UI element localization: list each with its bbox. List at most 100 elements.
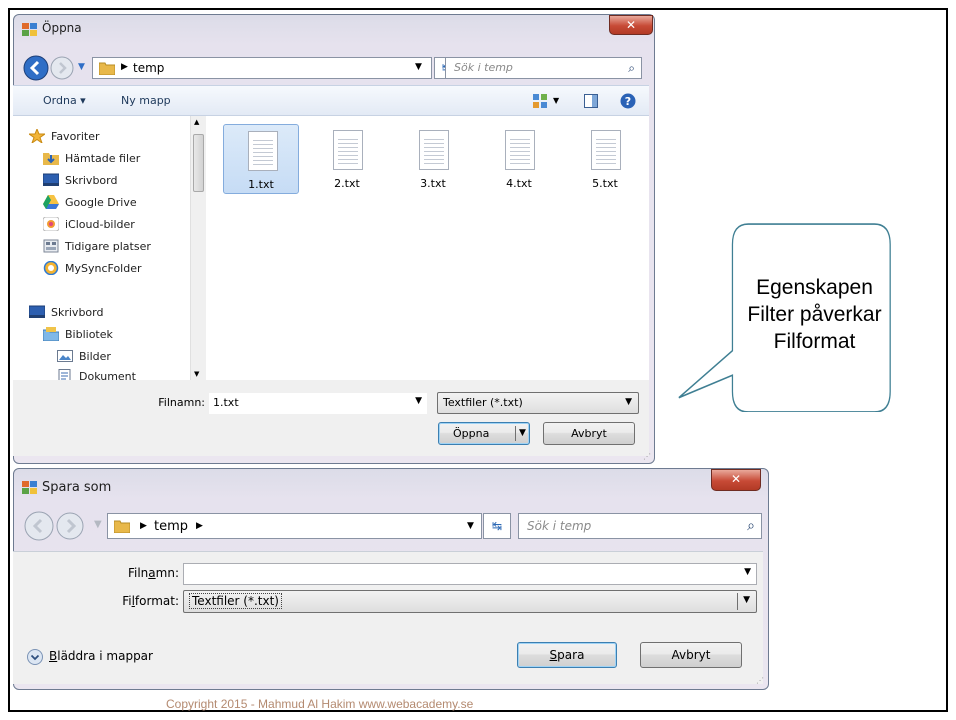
search-placeholder: Sök i temp <box>527 519 592 533</box>
open-split-divider <box>515 426 516 441</box>
close-button[interactable]: ✕ <box>609 15 653 35</box>
scroll-up-icon[interactable]: ▲ <box>194 118 199 126</box>
address-bar[interactable]: ▶ temp ▶ ▼ <box>107 513 482 539</box>
file-name: 2.txt <box>334 177 360 190</box>
filename-label: Filnamn: <box>158 396 205 409</box>
desktop-icon <box>29 305 45 318</box>
search-input[interactable]: Sök i temp ⌕ <box>445 57 642 79</box>
filter-dropdown-icon: ▼ <box>625 397 632 407</box>
star-icon <box>29 129 45 143</box>
format-dropdown-divider <box>737 593 738 610</box>
breadcrumb-arrow-icon: ▶ <box>196 521 203 531</box>
expand-folders-icon[interactable] <box>27 649 43 665</box>
format-value: Textfiler (*.txt) <box>189 593 282 609</box>
forward-button[interactable] <box>56 512 84 540</box>
format-dropdown-icon[interactable]: ▼ <box>743 595 750 605</box>
preview-pane-icon[interactable] <box>584 94 598 108</box>
nav-item-label: Bibliotek <box>65 328 113 341</box>
save-filename-dropdown-icon[interactable]: ▼ <box>744 567 751 577</box>
save-dialog-body: Filnamn: ▼ Filformat: Textfiler (*.txt) … <box>13 551 763 684</box>
save-filename-label: Filnamn: <box>127 566 179 580</box>
nav-item-label: Skrivbord <box>51 306 104 319</box>
back-button[interactable] <box>24 511 54 541</box>
file-format-select[interactable]: Textfiler (*.txt) ▼ <box>183 590 757 613</box>
search-icon: ⌕ <box>628 61 635 75</box>
scroll-down-icon[interactable]: ▼ <box>194 370 199 378</box>
folder-icon <box>99 62 115 75</box>
desktop-icon <box>43 173 59 186</box>
nav-scrollbar[interactable]: ▲ ▼ <box>190 116 206 380</box>
filename-dropdown-icon[interactable]: ▼ <box>415 396 422 406</box>
view-dropdown-icon[interactable]: ▼ <box>553 96 559 105</box>
save-button[interactable]: Spara <box>517 642 617 668</box>
file-item[interactable]: 3.txt <box>395 124 471 194</box>
search-input[interactable]: Sök i temp ⌕ <box>518 513 762 539</box>
file-item[interactable]: 5.txt <box>567 124 643 194</box>
text-file-icon <box>505 130 535 170</box>
copyright-text: Copyright 2015 - Mahmud Al Hakim www.web… <box>166 697 474 711</box>
library-icon <box>43 327 59 341</box>
callout-line-3: Filformat <box>773 330 856 353</box>
nav-item-label: Favoriter <box>51 130 100 143</box>
address-dropdown-icon[interactable]: ▼ <box>415 62 422 72</box>
refresh-button[interactable]: ↹ <box>483 513 511 539</box>
file-item[interactable]: 1.txt <box>223 124 299 194</box>
file-item[interactable]: 4.txt <box>481 124 557 194</box>
filename-value: 1.txt <box>213 396 239 409</box>
folder-icon <box>114 520 130 533</box>
open-dropdown-icon[interactable]: ▼ <box>519 423 526 444</box>
view-options-icon[interactable] <box>533 94 547 108</box>
breadcrumb-arrow-icon: ▶ <box>140 521 147 531</box>
file-name: 3.txt <box>420 177 446 190</box>
callout-text: Egenskapen Filter påverkar Filformat <box>710 274 919 355</box>
close-icon: ✕ <box>730 472 742 486</box>
forward-button[interactable] <box>50 56 74 80</box>
callout-line-2: Filter påverkar <box>747 303 882 326</box>
refresh-icon: ↹ <box>491 519 503 533</box>
file-list: 1.txt 2.txt 3.txt 4.txt 5.txt <box>209 116 649 380</box>
address-bar[interactable]: ▶ temp ▼ <box>92 57 432 79</box>
nav-item-label: Skrivbord <box>65 174 118 187</box>
open-button-label: Öppna <box>453 427 490 440</box>
help-icon[interactable]: ? <box>620 93 636 109</box>
dialog-icon <box>22 23 37 36</box>
resize-grip[interactable]: ⋰ <box>756 676 764 685</box>
open-bottom-panel: Filnamn: 1.txt ▼ Textfiler (*.txt) ▼ Öpp… <box>13 380 649 456</box>
nav-item-label: MySyncFolder <box>65 262 142 275</box>
file-item[interactable]: 2.txt <box>309 124 385 194</box>
navigation-pane: Favoriter Hämtade filer Skrivbord Google Dr… <box>13 116 209 380</box>
google-drive-icon <box>43 195 59 209</box>
nav-item-label: iCloud-bilder <box>65 218 135 231</box>
organize-button[interactable]: Ordna ▾ <box>43 94 86 107</box>
breadcrumb-temp[interactable]: temp <box>133 61 164 75</box>
search-placeholder: Sök i temp <box>454 61 513 74</box>
toolbar: Ordna ▾ Ny mapp ▼ ? <box>13 85 649 116</box>
cancel-button[interactable]: Avbryt <box>543 422 635 445</box>
address-dropdown-icon[interactable]: ▼ <box>467 521 474 531</box>
save-dialog-titlebar: Spara som ✕ <box>14 469 768 497</box>
browse-folders-link[interactable]: Bläddra i mappar <box>49 649 153 663</box>
filename-input[interactable]: 1.txt ▼ <box>209 393 427 414</box>
open-dialog-title: Öppna <box>42 21 82 35</box>
resize-grip[interactable]: ⋰ <box>643 452 651 461</box>
nav-item-label: Bilder <box>79 350 111 363</box>
back-button[interactable] <box>23 55 49 81</box>
save-dialog-title: Spara som <box>42 480 112 495</box>
recent-pages-icon[interactable]: ▼ <box>78 62 85 72</box>
close-button[interactable]: ✕ <box>711 469 761 491</box>
file-type-filter[interactable]: Textfiler (*.txt) ▼ <box>437 392 639 414</box>
downloads-icon <box>43 153 59 165</box>
new-folder-button[interactable]: Ny mapp <box>121 94 171 107</box>
recent-pages-icon[interactable]: ▼ <box>94 519 102 530</box>
nav-item-label: Google Drive <box>65 196 137 209</box>
breadcrumb-temp[interactable]: temp <box>154 519 188 534</box>
save-cancel-button[interactable]: Avbryt <box>640 642 742 668</box>
dialog-icon <box>22 481 37 494</box>
text-file-icon <box>333 130 363 170</box>
close-icon: ✕ <box>625 18 637 32</box>
save-filename-input[interactable]: ▼ <box>183 563 757 585</box>
open-dialog-titlebar: Öppna ✕ <box>14 15 654 43</box>
scroll-thumb[interactable] <box>193 134 204 192</box>
open-button[interactable]: Öppna ▼ <box>438 422 530 445</box>
sync-folder-icon <box>43 261 59 275</box>
